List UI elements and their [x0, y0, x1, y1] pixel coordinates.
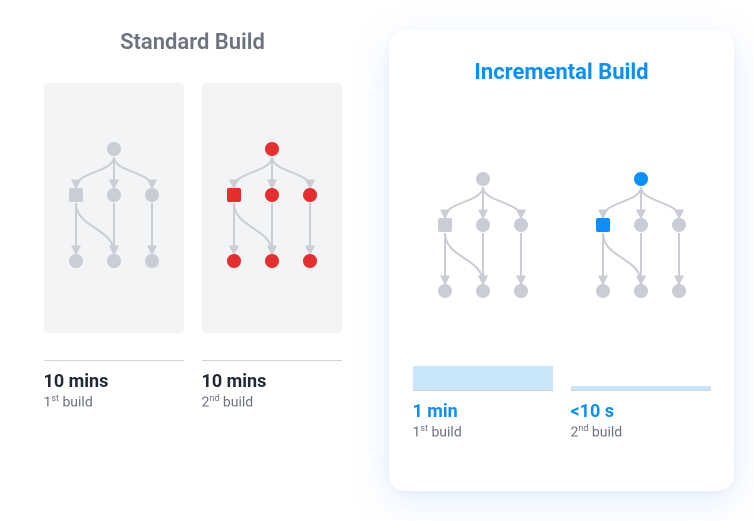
standard-build-1: 10 mins 1st build — [44, 83, 184, 411]
standard-title: Standard Build — [120, 30, 265, 55]
incremental-build-2-graph — [571, 113, 711, 363]
standard-build-1-time: 10 mins — [44, 371, 184, 392]
standard-build-2-bar — [202, 333, 342, 361]
bar-fill — [571, 386, 711, 390]
standard-build-2-time: 10 mins — [202, 371, 342, 392]
standard-build-2-label: 2nd build — [202, 394, 342, 411]
standard-build-1-label: 1st build — [44, 394, 184, 411]
standard-build-1-graph — [44, 83, 184, 333]
incremental-build-panel: Incremental Build 1 min 1st build <10 s … — [389, 30, 734, 491]
incremental-build-1-label: 1st build — [413, 424, 553, 441]
incremental-build-2-bar — [571, 363, 711, 391]
dependency-graph-icon — [423, 158, 543, 318]
dependency-graph-icon — [212, 128, 332, 288]
incremental-build-1-time: 1 min — [413, 401, 553, 422]
standard-build-2-graph — [202, 83, 342, 333]
dependency-graph-icon — [54, 128, 174, 288]
incremental-build-1-bar — [413, 363, 553, 391]
standard-build-1-bar — [44, 333, 184, 361]
incremental-build-2-label: 2nd build — [571, 424, 711, 441]
dependency-graph-icon — [581, 158, 701, 318]
incremental-build-2: <10 s 2nd build — [571, 113, 711, 441]
incremental-title: Incremental Build — [474, 60, 648, 85]
incremental-columns: 1 min 1st build <10 s 2nd build — [405, 113, 718, 441]
incremental-build-1-graph — [413, 113, 553, 363]
incremental-build-2-time: <10 s — [571, 401, 711, 422]
standard-build-2: 10 mins 2nd build — [202, 83, 342, 411]
standard-columns: 10 mins 1st build 10 mins 2nd build — [20, 83, 365, 411]
incremental-build-1: 1 min 1st build — [413, 113, 553, 441]
bar-fill — [413, 366, 553, 390]
standard-build-panel: Standard Build 10 mins 1st build 10 mins… — [20, 30, 365, 491]
